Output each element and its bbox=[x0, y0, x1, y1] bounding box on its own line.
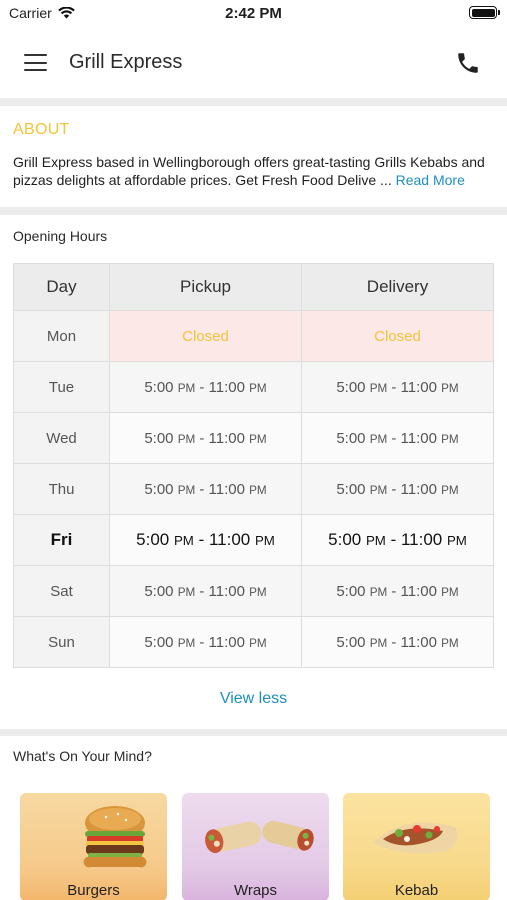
day-cell: Sat bbox=[13, 565, 110, 617]
pickup-hours-cell: 5:00 PM - 11:00 PM bbox=[109, 616, 302, 668]
opening-hours-heading: Opening Hours bbox=[13, 228, 108, 244]
about-description: Grill Express based in Wellingborough of… bbox=[13, 153, 498, 189]
hamburger-menu-icon[interactable] bbox=[24, 54, 47, 71]
kebab-image bbox=[373, 822, 458, 854]
day-cell: Sun bbox=[13, 616, 110, 668]
whats-on-your-mind-heading: What's On Your Mind? bbox=[13, 748, 152, 764]
opening-hours-table: Day Pickup Delivery Mon Closed Closed Tu… bbox=[13, 263, 494, 668]
pickup-hours-cell: Closed bbox=[109, 310, 302, 362]
table-row: Sat 5:00 PM - 11:00 PM 5:00 PM - 11:00 P… bbox=[13, 565, 494, 617]
delivery-hours-cell: 5:00 PM - 11:00 PM bbox=[301, 565, 494, 617]
section-divider bbox=[0, 207, 507, 215]
category-card-wraps[interactable]: Wraps bbox=[182, 793, 329, 900]
day-cell: Mon bbox=[13, 310, 110, 362]
pickup-hours-cell: 5:00 PM - 11:00 PM bbox=[109, 412, 302, 464]
table-row: Sun 5:00 PM - 11:00 PM 5:00 PM - 11:00 P… bbox=[13, 616, 494, 668]
header-day: Day bbox=[13, 263, 110, 311]
table-row: Mon Closed Closed bbox=[13, 310, 494, 362]
delivery-hours-cell: Closed bbox=[301, 310, 494, 362]
restaurant-title: Grill Express bbox=[69, 51, 183, 73]
read-more-link[interactable]: Read More bbox=[396, 172, 465, 188]
status-bar: Carrier 2:42 PM bbox=[0, 0, 507, 28]
table-row-today: Fri 5:00 PM - 11:00 PM 5:00 PM - 11:00 P… bbox=[13, 514, 494, 566]
pickup-hours-cell: 5:00 PM - 11:00 PM bbox=[109, 565, 302, 617]
header-pickup: Pickup bbox=[109, 263, 302, 311]
battery-icon bbox=[469, 6, 500, 19]
phone-icon[interactable] bbox=[455, 50, 481, 76]
section-divider bbox=[0, 98, 507, 106]
delivery-hours-cell: 5:00 PM - 11:00 PM bbox=[301, 361, 494, 413]
header-delivery: Delivery bbox=[301, 263, 494, 311]
burger-image bbox=[83, 806, 147, 868]
wraps-image bbox=[205, 820, 314, 854]
category-label: Burgers bbox=[67, 882, 120, 899]
navigation-bar: Grill Express bbox=[0, 28, 507, 98]
about-heading: ABOUT bbox=[13, 121, 70, 138]
delivery-hours-cell: 5:00 PM - 11:00 PM bbox=[301, 616, 494, 668]
table-row: Tue 5:00 PM - 11:00 PM 5:00 PM - 11:00 P… bbox=[13, 361, 494, 413]
delivery-hours-cell: 5:00 PM - 11:00 PM bbox=[301, 463, 494, 515]
section-divider bbox=[0, 729, 507, 736]
day-cell: Thu bbox=[13, 463, 110, 515]
category-card-burgers[interactable]: Burgers bbox=[20, 793, 167, 900]
day-cell: Fri bbox=[13, 514, 110, 566]
category-label: Wraps bbox=[233, 882, 278, 899]
day-cell: Tue bbox=[13, 361, 110, 413]
table-header-row: Day Pickup Delivery bbox=[13, 263, 494, 311]
pickup-hours-cell: 5:00 PM - 11:00 PM bbox=[109, 463, 302, 515]
pickup-hours-cell: 5:00 PM - 11:00 PM bbox=[109, 514, 302, 566]
view-less-link[interactable]: View less bbox=[0, 690, 507, 708]
pickup-hours-cell: 5:00 PM - 11:00 PM bbox=[109, 361, 302, 413]
category-card-kebab[interactable]: Kebab bbox=[343, 793, 490, 900]
table-row: Thu 5:00 PM - 11:00 PM 5:00 PM - 11:00 P… bbox=[13, 463, 494, 515]
category-label: Kebab bbox=[394, 882, 439, 899]
delivery-hours-cell: 5:00 PM - 11:00 PM bbox=[301, 412, 494, 464]
clock: 2:42 PM bbox=[225, 5, 282, 22]
delivery-hours-cell: 5:00 PM - 11:00 PM bbox=[301, 514, 494, 566]
table-row: Wed 5:00 PM - 11:00 PM 5:00 PM - 11:00 P… bbox=[13, 412, 494, 464]
day-cell: Wed bbox=[13, 412, 110, 464]
